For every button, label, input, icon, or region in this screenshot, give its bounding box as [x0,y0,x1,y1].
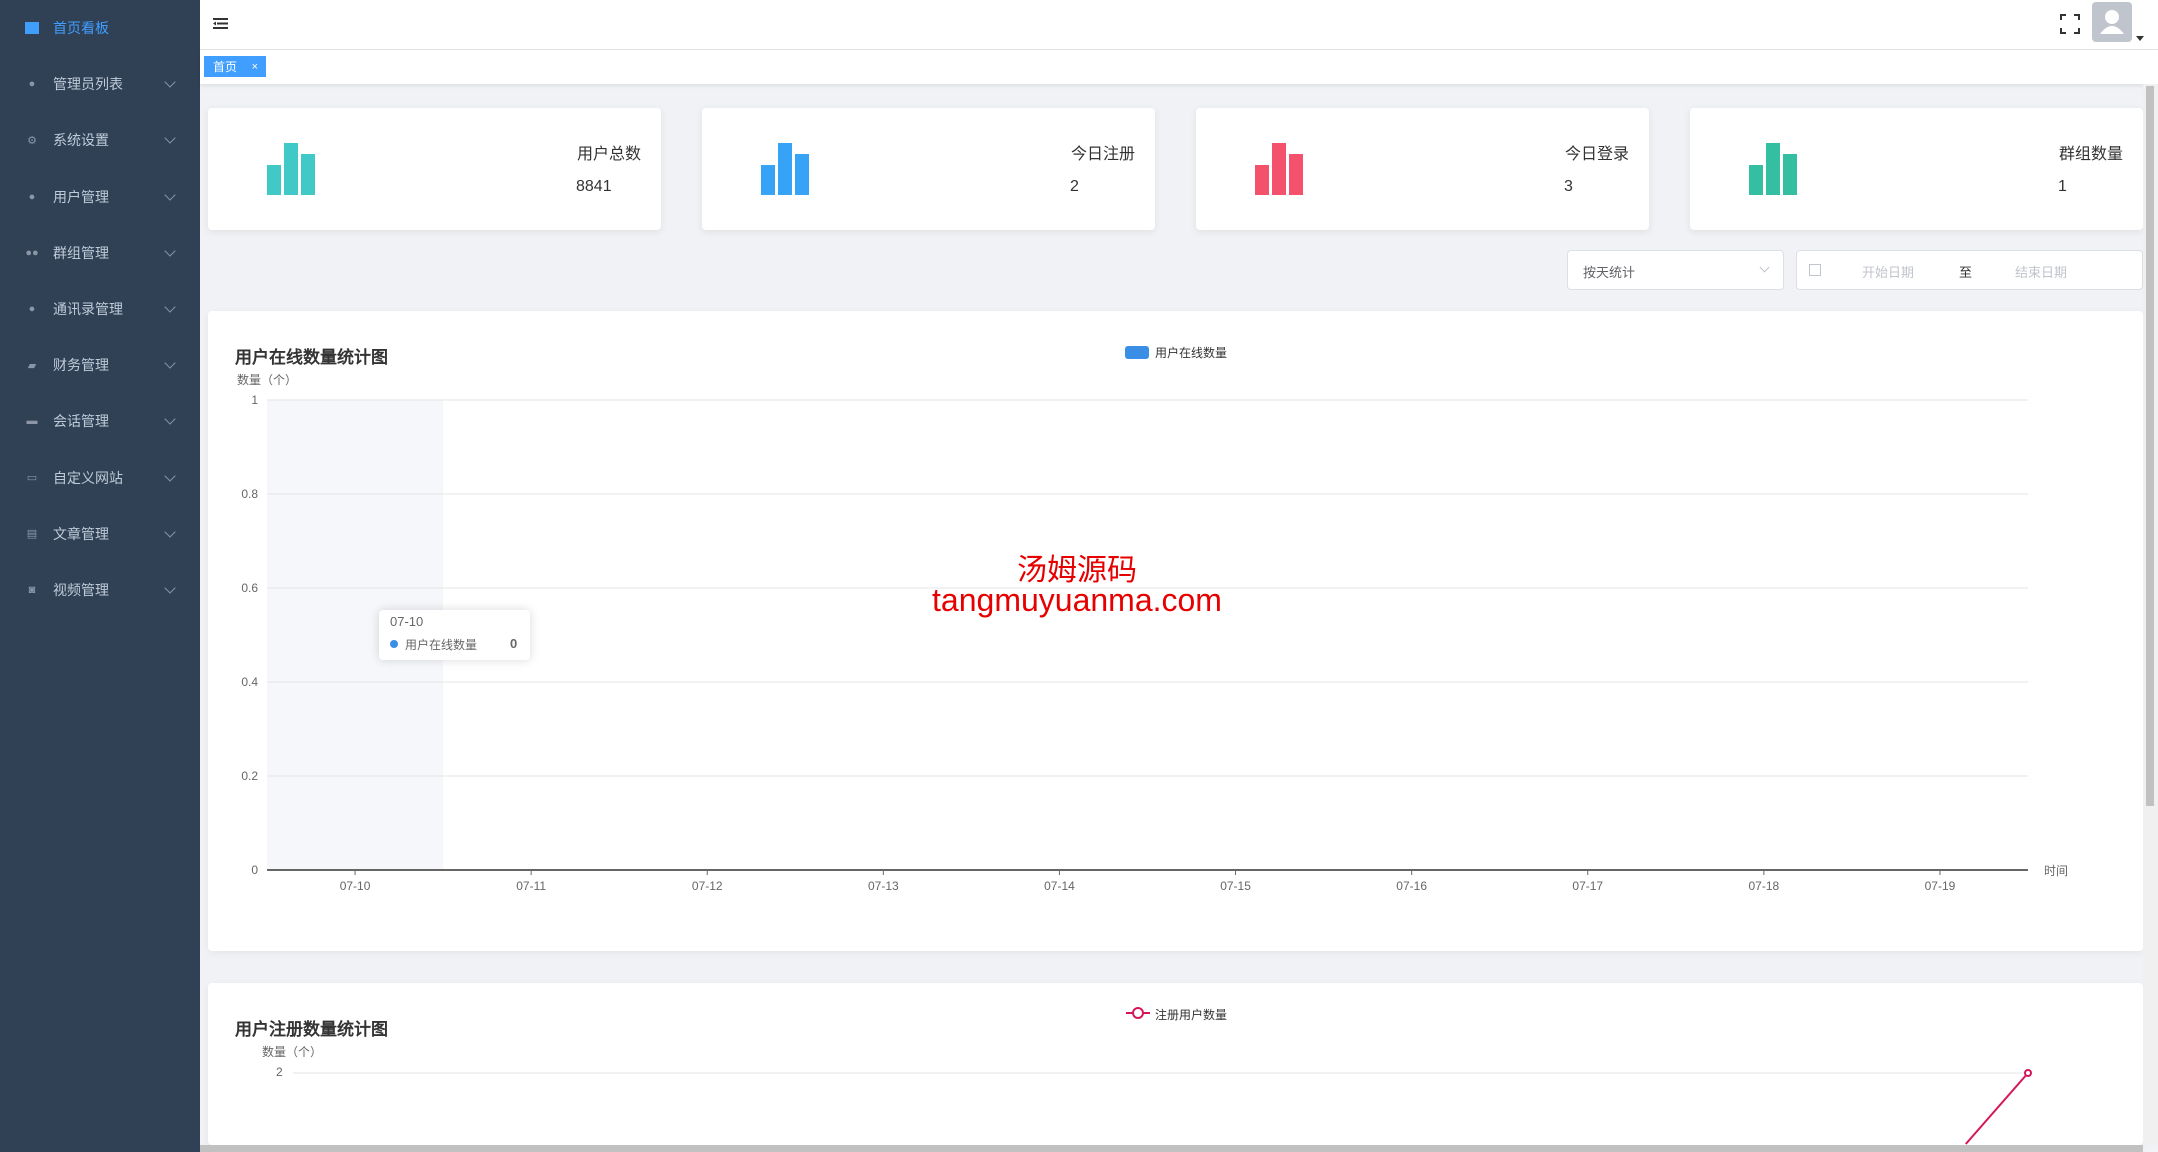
x-tick-label: 07-11 [516,879,546,893]
x-tick-label: 07-16 [1396,879,1427,893]
legend-label[interactable]: 用户在线数量 [1155,344,1227,361]
y-tick-label: 1 [251,393,258,407]
legend-swatch [1125,346,1149,359]
x-tick-label: 07-12 [692,879,723,893]
tooltip-series: 用户在线数量 [405,638,478,652]
x-tick-label: 07-14 [1044,879,1075,893]
tooltip-marker [390,640,398,648]
tooltip-category: 07-10 [390,614,424,629]
y-axis-label: 数量（个） [237,373,298,387]
y-tick-label: 0 [251,863,258,877]
y-tick-label: 0.8 [241,487,258,501]
y-tick-label: 2 [276,1065,283,1079]
y-tick-label: 0.4 [241,675,258,689]
legend-label[interactable]: 注册用户数量 [1155,1006,1227,1023]
y-tick-label: 0.2 [241,769,258,783]
x-tick-label: 07-10 [340,879,371,893]
series-line [1965,1072,2029,1145]
x-tick-label: 07-13 [868,879,899,893]
x-axis-label: 时间 [2044,864,2069,878]
chart-title: 用户在线数量统计图 [235,348,388,367]
y-tick-label: 0.6 [241,581,258,595]
watermark-url: tangmuyuanma.com [932,582,1222,618]
x-tick-label: 07-19 [1925,879,1956,893]
x-tick-label: 07-17 [1572,879,1603,893]
data-point [2024,1069,2032,1077]
x-tick-label: 07-15 [1220,879,1251,893]
legend-marker-icon [1132,1007,1144,1019]
x-tick-label: 07-18 [1748,879,1779,893]
vertical-scrollbar[interactable] [2143,84,2158,1145]
horizontal-scrollbar[interactable] [200,1145,2143,1152]
y-axis-label: 数量（个） [262,1045,323,1059]
tooltip-value: 0 [510,636,518,651]
chart-title: 用户注册数量统计图 [235,1020,388,1039]
chart-tooltip: 07-10 用户在线数量 0 [379,610,530,660]
